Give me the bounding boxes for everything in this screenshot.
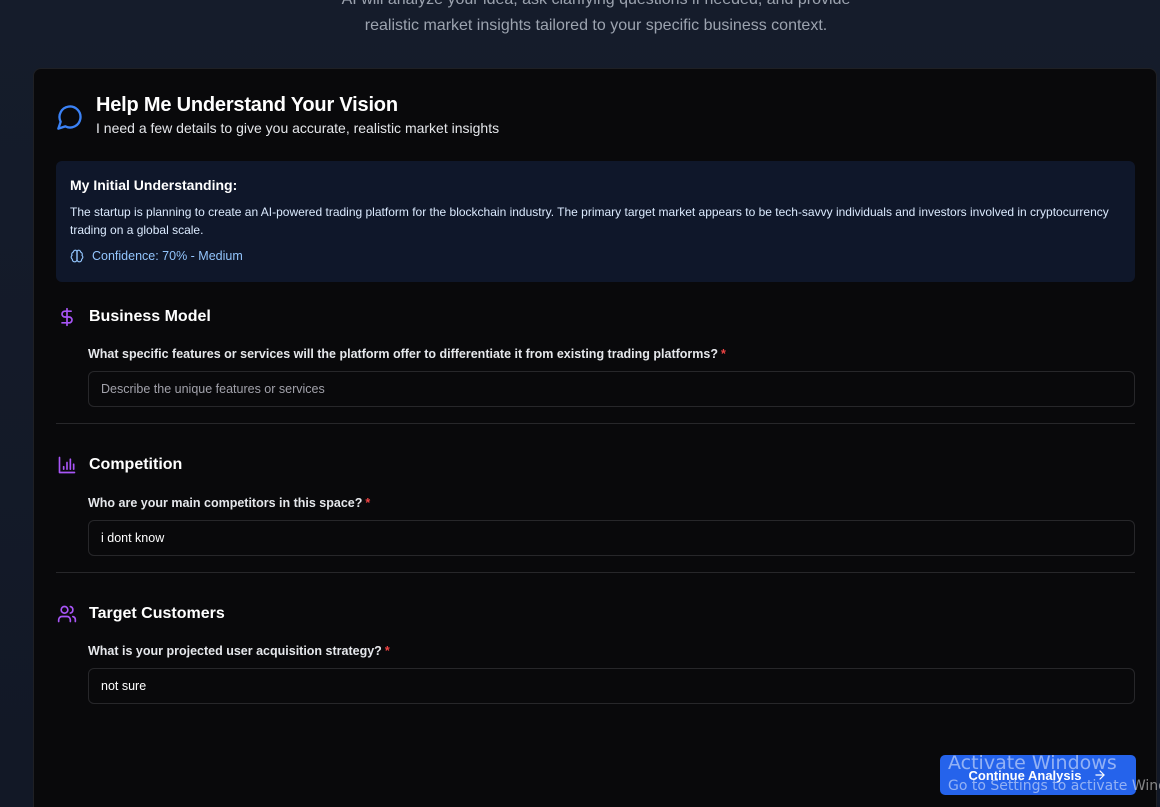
question-label: What specific features or services will … <box>88 347 1135 361</box>
business-model-input[interactable] <box>88 371 1135 407</box>
arrow-right-icon <box>1095 770 1106 780</box>
question-text: What specific features or services will … <box>88 347 718 361</box>
continue-analysis-button[interactable]: Continue Analysis <box>940 755 1136 795</box>
section-header: Target Customers <box>56 603 1135 625</box>
section-divider <box>56 572 1135 573</box>
vision-card: Help Me Understand Your Vision I need a … <box>33 68 1157 807</box>
dollar-icon <box>61 307 73 327</box>
intro-text: AI will analyze your idea, ask clarifyin… <box>0 0 1160 39</box>
intro-line-2: realistic market insights tailored to yo… <box>364 17 828 34</box>
confidence-row: Confidence: 70% - Medium <box>70 249 1121 263</box>
section-header: Competition <box>56 454 1135 476</box>
section-title: Competition <box>89 456 183 473</box>
section-competition: Competition Who are your main competitor… <box>56 454 1135 556</box>
required-asterisk: * <box>384 644 390 658</box>
required-asterisk: * <box>365 496 371 510</box>
section-title: Target Customers <box>89 605 225 622</box>
section-divider <box>56 423 1135 424</box>
section-header: Business Model <box>56 306 1135 328</box>
chat-bubble-icon <box>57 105 82 130</box>
bar-chart-icon <box>58 456 76 474</box>
confidence-text: Confidence: 70% - Medium <box>92 249 243 263</box>
page-subtitle: I need a few details to give you accurat… <box>96 120 500 136</box>
required-asterisk: * <box>720 347 726 361</box>
question-label: Who are your main competitors in this sp… <box>88 496 1135 510</box>
section-target-customers: Target Customers What is your projected … <box>56 603 1135 704</box>
competition-input[interactable] <box>88 520 1135 556</box>
section-business-model: Business Model What specific features or… <box>56 306 1135 407</box>
target-customers-input[interactable] <box>88 668 1135 704</box>
card-header: Help Me Understand Your Vision I need a … <box>56 92 499 136</box>
brain-icon <box>70 249 84 263</box>
intro-line-1: AI will analyze your idea, ask clarifyin… <box>0 0 1160 13</box>
question-text: Who are your main competitors in this sp… <box>88 496 363 510</box>
question-label: What is your projected user acquisition … <box>88 644 1135 658</box>
initial-understanding-box: My Initial Understanding: The startup is… <box>56 161 1135 282</box>
users-icon <box>57 605 77 623</box>
continue-button-label: Continue Analysis <box>968 767 1082 783</box>
question-text: What is your projected user acquisition … <box>88 644 382 658</box>
section-title: Business Model <box>89 308 211 325</box>
understanding-title: My Initial Understanding: <box>70 177 238 193</box>
understanding-description: The startup is planning to create an AI-… <box>70 205 1109 237</box>
page-title: Help Me Understand Your Vision <box>96 94 398 116</box>
